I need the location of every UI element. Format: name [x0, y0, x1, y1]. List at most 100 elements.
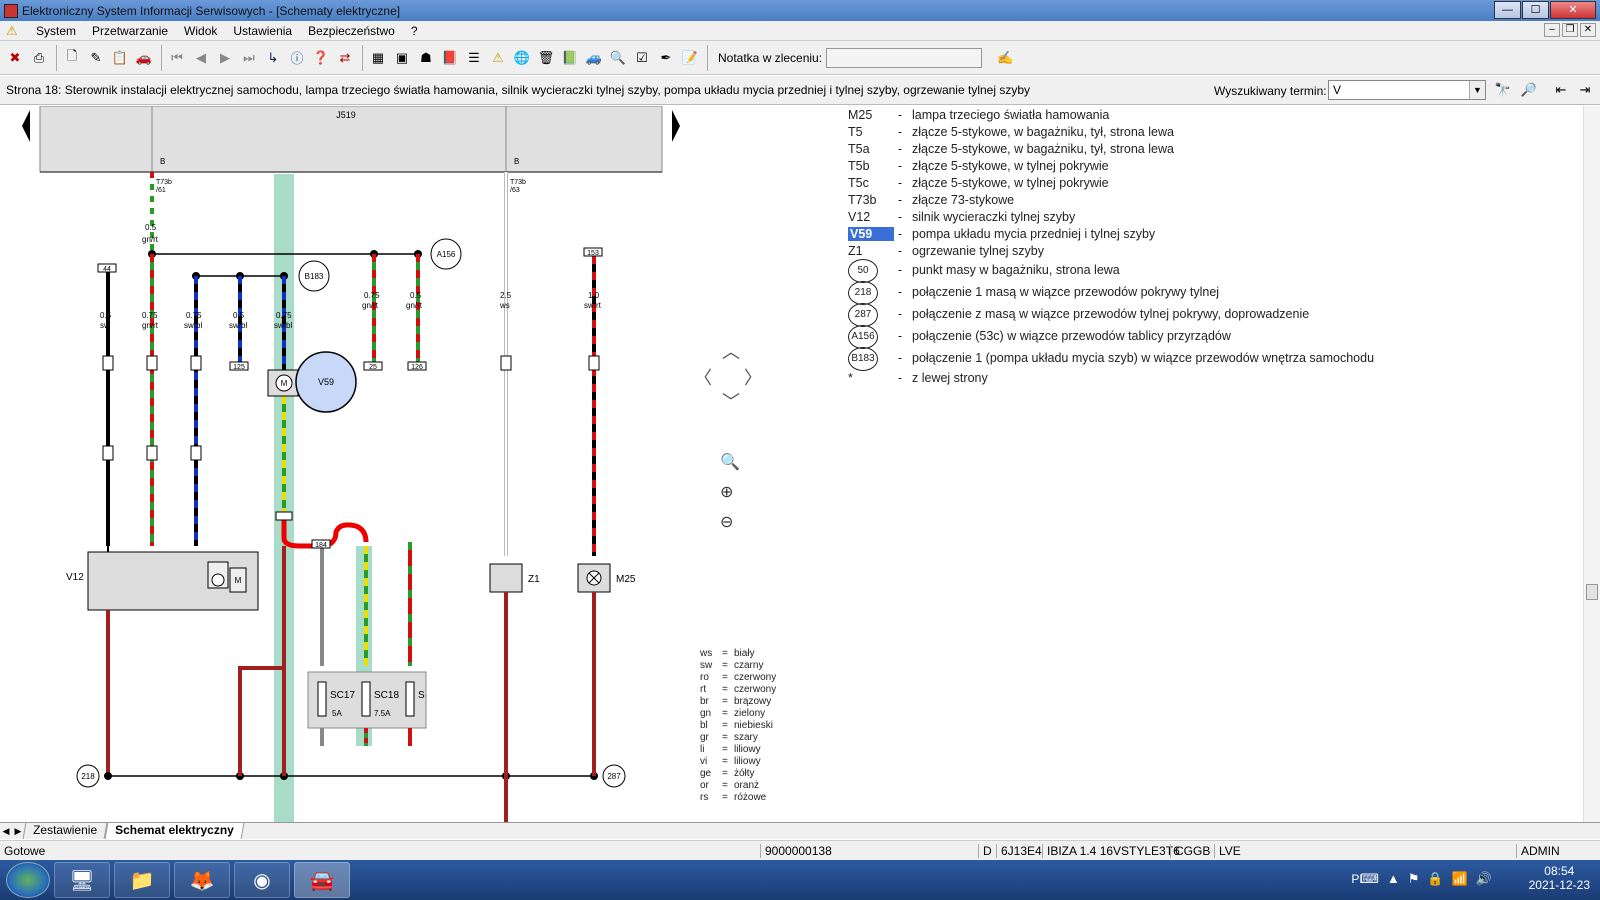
tab-schemat-elektryczny[interactable]: Schemat elektryczny [104, 823, 245, 839]
legend-row[interactable]: V59- pompa układu mycia przedniej i tylne… [848, 227, 1548, 244]
legend-row[interactable]: T5a - złącze 5-stykowe, w bagażniku, tył, … [848, 142, 1548, 159]
next-diagram-arrow[interactable] [672, 110, 680, 142]
toolbar: ✖ ⎙ 🗋 ✎ 📋 🚗 ⏮ ◀ ▶ ⏭ ↳ ⓘ ❓ ⇄ ▦ ▣ ☗ 📕 ☰ ⚠ … [0, 41, 1600, 75]
tray-icons[interactable]: ⌨▲⚑🔒📶🔊 [1360, 871, 1500, 887]
tools-icon[interactable]: ✒ [655, 46, 677, 70]
pan-left-icon[interactable]: 〈 [694, 364, 712, 390]
close-button[interactable]: ✕ [1550, 1, 1596, 19]
help-icon[interactable]: ❓ [310, 46, 332, 70]
system-clock[interactable]: 08:54 2021-12-23 [1529, 864, 1590, 892]
pan-up-icon[interactable]: ︿ [722, 338, 740, 364]
mdi-restore-button[interactable]: ❐ [1562, 23, 1578, 37]
legend-row[interactable]: T5c - złącze 5-stykowe, w tylnej pokrywie [848, 176, 1548, 193]
edit-document-icon[interactable]: ✎ [85, 46, 107, 70]
globe-icon[interactable]: 🌐 [511, 46, 533, 70]
zoom-in-icon[interactable]: ⊕ [720, 482, 733, 502]
legend-desc: z lewej strony [912, 371, 988, 385]
vertical-scrollbar[interactable] [1583, 106, 1600, 822]
menu-widok[interactable]: Widok [176, 24, 225, 38]
legend-row[interactable]: T5 - złącze 5-stykowe, w bagażniku, tył, s… [848, 125, 1548, 142]
mdi-close-button[interactable]: ✕ [1580, 23, 1596, 37]
legend-dash: - [898, 285, 903, 299]
zoom-fit-icon[interactable]: 🔍 [720, 452, 740, 472]
pan-down-icon[interactable]: ﹀ [722, 388, 740, 414]
legend-row[interactable]: 50 - punkt masy w bagażniku, strona lewa [848, 259, 1548, 283]
search-input[interactable]: V ▼ [1328, 80, 1486, 100]
note-input[interactable] [826, 47, 983, 68]
wire-label: 0.75 [364, 291, 380, 300]
calculator-icon[interactable]: ▦ [367, 46, 389, 70]
menu-ustawienia[interactable]: Ustawienia [225, 24, 300, 38]
mdi-minimize-button[interactable]: – [1544, 23, 1560, 37]
taskbar-computer-icon[interactable]: 🖥 [54, 862, 110, 898]
checklist-icon[interactable]: ☑ [631, 46, 653, 70]
prev-diagram-arrow[interactable] [22, 110, 30, 142]
assistant-icon[interactable]: 📝 [679, 46, 701, 70]
tab-scroll-left-icon[interactable]: ◀ [0, 826, 12, 837]
legend-row[interactable]: 287 - połączenie z masą w wiązce przewodów… [848, 303, 1548, 327]
list-icon[interactable]: ☰ [463, 46, 485, 70]
first-page-icon[interactable]: ⏮ [166, 46, 188, 70]
warning-triangle-icon[interactable]: ⚠ [487, 46, 509, 70]
legend-code: * [848, 371, 853, 385]
start-button[interactable] [6, 862, 50, 898]
legend-row[interactable]: A156 - połączenie (53c) w wiązce przewodów… [848, 325, 1548, 349]
legend-code: V12 [848, 210, 871, 224]
tab-zestawienie[interactable]: Zestawienie [22, 823, 108, 839]
menu-system[interactable]: System [28, 24, 84, 38]
car-icon[interactable]: 🚗 [133, 46, 155, 70]
search-person-icon[interactable]: 🔍 [607, 46, 629, 70]
maximize-button[interactable]: ☐ [1522, 1, 1549, 19]
vehicle-icon[interactable]: 🚙 [583, 46, 605, 70]
legend-row[interactable]: Z1 - ogrzewanie tylnej szyby [848, 244, 1548, 261]
chevron-down-icon[interactable]: ▼ [1469, 81, 1485, 99]
pan-right-icon[interactable]: 〉 [744, 364, 762, 390]
pin-b-right: B [514, 157, 519, 166]
legend-row[interactable]: V12 - silnik wycieraczki tylnej szyby [848, 210, 1548, 227]
legend-row[interactable]: T73b - złącze 73-stykowe [848, 193, 1548, 210]
info-icon[interactable]: ⓘ [286, 46, 308, 70]
zoom-out-icon[interactable]: ⊖ [720, 512, 733, 532]
search-next-icon[interactable]: 🔎 [1518, 79, 1540, 101]
swap-icon[interactable]: ⇄ [334, 46, 356, 70]
green-book-icon[interactable]: 📗 [559, 46, 581, 70]
exit-icon[interactable]: ✖ [4, 46, 26, 70]
terminal-125: 125 [233, 364, 245, 371]
color-key-equals: = [722, 708, 728, 719]
search-find-icon[interactable]: 🔭 [1492, 79, 1514, 101]
diagnostic-icon[interactable]: ▣ [391, 46, 413, 70]
prev-page-icon[interactable]: ◀ [190, 46, 212, 70]
color-key-abbr: bl [700, 720, 708, 731]
menu-help[interactable]: ? [403, 24, 426, 38]
warning-icon: ⚠ [6, 22, 18, 38]
legend-dash: - [898, 351, 903, 365]
notes-icon[interactable]: 📋 [109, 46, 131, 70]
scrollbar-thumb[interactable] [1586, 584, 1598, 600]
toolbar-separator [161, 44, 162, 71]
trash-icon[interactable]: 🗑 [535, 46, 557, 70]
person-icon[interactable]: ☗ [415, 46, 437, 70]
legend-row[interactable]: B183 - połączenie 1 (pompa układu mycia sz… [848, 347, 1548, 371]
menu-przetwarzanie[interactable]: Przetwarzanie [84, 24, 176, 38]
taskbar-firefox-icon[interactable]: 🦊 [174, 862, 230, 898]
next-page-icon[interactable]: ▶ [214, 46, 236, 70]
collapse-left-icon[interactable]: ⇤ [1550, 79, 1572, 101]
legend-row[interactable]: M25 - lampa trzeciego światła hamowania [848, 108, 1548, 125]
taskbar-folder-icon[interactable]: 📁 [114, 862, 170, 898]
expand-right-icon[interactable]: ⇥ [1574, 79, 1596, 101]
legend-row[interactable]: 218 - połączenie 1 masą w wiązce przewodów… [848, 281, 1548, 305]
print-icon[interactable]: ⎙ [28, 46, 50, 70]
taskbar-chrome-icon[interactable]: ◉ [234, 862, 290, 898]
jump-icon[interactable]: ↳ [262, 46, 284, 70]
legend-desc: punkt masy w bagażniku, strona lewa [912, 263, 1120, 277]
legend-row[interactable]: T5b - złącze 5-stykowe, w tylnej pokrywie [848, 159, 1548, 176]
minimize-button[interactable]: — [1494, 1, 1521, 19]
legend-row[interactable]: * - z lewej strony [848, 371, 1548, 388]
last-page-icon[interactable]: ⏭ [238, 46, 260, 70]
note-edit-icon[interactable]: ✍ [994, 46, 1016, 70]
book-icon[interactable]: 📕 [439, 46, 461, 70]
menu-bezpieczenstwo[interactable]: Bezpieczeństwo [300, 24, 403, 38]
new-document-icon[interactable]: 🗋 [61, 46, 83, 70]
taskbar-elsa-icon[interactable]: 🚘 [294, 862, 350, 898]
z1-heater[interactable] [489, 563, 523, 593]
